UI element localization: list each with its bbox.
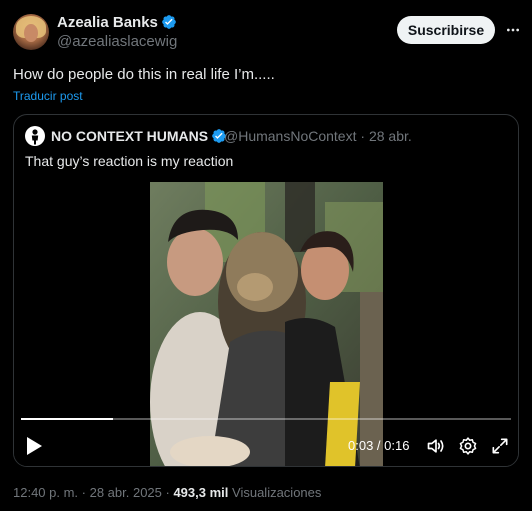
author-name[interactable]: Azealia Banks: [57, 14, 177, 32]
quoted-author-name[interactable]: NO CONTEXT HUMANS: [51, 127, 227, 145]
views-label: Visualizaciones: [232, 485, 322, 500]
video-time: 0:03 / 0:16: [348, 438, 410, 453]
post: Azealia Banks @azealiaslacewig Suscribir…: [0, 0, 532, 511]
quoted-post-card[interactable]: NO CONTEXT HUMANS @HumansNoContext · 28 …: [13, 114, 519, 467]
views-count: 493,3 mil: [173, 485, 229, 500]
more-options-icon[interactable]: [505, 22, 521, 38]
quoted-post-date[interactable]: · 28 abr.: [360, 128, 411, 144]
video-frame-image: [150, 182, 383, 466]
post-text: How do people do this in real life I’m..…: [13, 66, 275, 83]
author-handle[interactable]: @azealiaslacewig: [57, 33, 177, 51]
play-icon[interactable]: [25, 436, 43, 456]
volume-icon[interactable]: [426, 436, 446, 456]
author-avatar[interactable]: [13, 14, 49, 50]
video-progress-fill: [21, 418, 113, 420]
verified-badge-icon: [162, 15, 176, 29]
video-player[interactable]: 0:03 / 0:16: [14, 182, 518, 466]
translate-post-link[interactable]: Traducir post: [13, 89, 83, 103]
fullscreen-icon[interactable]: [490, 436, 510, 456]
quoted-author-handle[interactable]: @HumansNoContext · 28 abr.: [224, 127, 412, 145]
post-meta: 12:40 p. m. · 28 abr. 2025 · 493,3 mil V…: [13, 485, 321, 500]
subscribe-button[interactable]: Suscribirse: [397, 16, 495, 44]
post-timestamp[interactable]: 12:40 p. m. · 28 abr. 2025 ·: [13, 485, 170, 500]
person-silhouette-icon: [31, 129, 39, 145]
video-progress-bar[interactable]: [21, 418, 511, 420]
quoted-post-text: That guy’s reaction is my reaction: [25, 153, 234, 169]
quoted-author-avatar[interactable]: [25, 126, 45, 146]
video-frame[interactable]: [150, 182, 383, 466]
settings-gear-icon[interactable]: [458, 436, 478, 456]
